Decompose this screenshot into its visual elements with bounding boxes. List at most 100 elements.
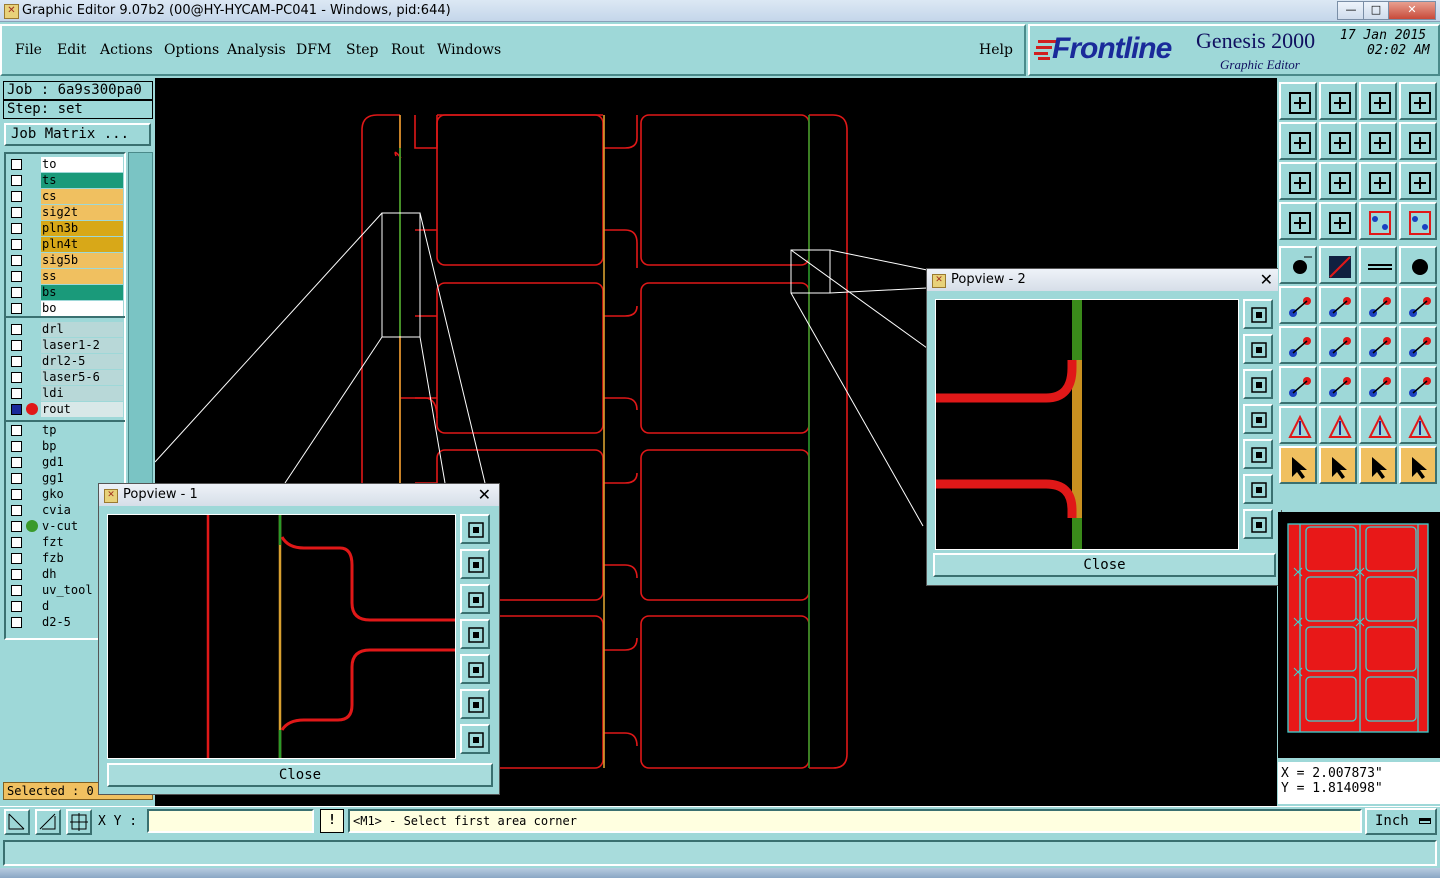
menu-edit[interactable]: Edit [57,42,86,58]
popview-1-view-button-4[interactable] [460,619,490,649]
layer-name[interactable]: ts [41,173,123,188]
layer-checkbox[interactable] [11,425,22,436]
layer-checkbox[interactable] [11,255,22,266]
color-icon[interactable] [1319,246,1357,284]
triangle3-icon[interactable] [1359,406,1397,444]
command-line[interactable] [3,840,1437,866]
layer-checkbox[interactable] [11,324,22,335]
popview-1-canvas[interactable] [107,514,456,759]
overview-map[interactable] [1278,512,1440,758]
layer-checkbox[interactable] [11,191,22,202]
layer-row-sig2t[interactable]: sig2t [8,205,124,220]
layer-name[interactable]: ss [41,269,123,284]
layer-name[interactable]: gd1 [41,455,123,470]
line-icon[interactable] [1359,286,1397,324]
flip-icon[interactable] [1359,122,1397,160]
menu-actions[interactable]: Actions [100,42,153,58]
layer-checkbox[interactable] [11,303,22,314]
layer-row-rout[interactable]: rout [8,402,124,417]
popview-2-view-button-1[interactable] [1243,299,1273,329]
popview-1-view-button-3[interactable] [460,584,490,614]
menu-file[interactable]: File [15,42,42,58]
layer-name[interactable]: rout [41,402,123,417]
layer-row-pln3b[interactable]: pln3b [8,221,124,236]
popview-1-view-button-6[interactable] [460,689,490,719]
layer-checkbox[interactable] [11,340,22,351]
layer-checkbox[interactable] [11,441,22,452]
layer-name[interactable]: bp [41,439,123,454]
minimize-button[interactable]: — [1337,1,1365,20]
popview-2-view-button-6[interactable] [1243,474,1273,504]
menu-analysis[interactable]: Analysis [227,42,286,58]
layer-name[interactable]: cs [41,189,123,204]
layer-checkbox[interactable] [11,207,22,218]
pad-icon[interactable] [1399,246,1437,284]
layer-row-tp[interactable]: tp [8,423,124,438]
layer-checkbox[interactable] [11,569,22,580]
layer-name[interactable]: laser1-2 [41,338,123,353]
popview-2-view-button-3[interactable] [1243,369,1273,399]
line-add-icon[interactable] [1399,286,1437,324]
measure-mode-icon[interactable] [35,809,61,835]
layer-row-drl2-5[interactable]: drl2-5 [8,354,124,369]
layer-row-ts[interactable]: ts [8,173,124,188]
layer-checkbox[interactable] [11,287,22,298]
popview-2-view-button-5[interactable] [1243,439,1273,469]
text-icon[interactable] [1399,326,1437,364]
zoom-center-icon[interactable] [1319,162,1357,200]
connect-icon[interactable] [1279,286,1317,324]
xy-input[interactable] [147,809,314,833]
layer-row-bp[interactable]: bp [8,439,124,454]
slope-icon[interactable] [1279,326,1317,364]
layer-checkbox[interactable] [11,175,22,186]
triangle4-icon[interactable] [1399,406,1437,444]
rotate-icon[interactable] [1359,326,1397,364]
popview-1-view-button-5[interactable] [460,654,490,684]
layer-name[interactable]: bo [41,301,123,316]
layer-checkbox[interactable] [11,617,22,628]
layers-snap2-icon[interactable] [1399,202,1437,240]
scale-1-2-icon[interactable] [1359,162,1397,200]
layer-row-laser1-2[interactable]: laser1-2 [8,338,124,353]
layer-row-laser5-6[interactable]: laser5-6 [8,370,124,385]
cross-icon[interactable] [1319,286,1357,324]
zoom-home-icon[interactable] [1279,82,1317,120]
popview-2-view-button-2[interactable] [1243,334,1273,364]
select-feature-icon[interactable] [1279,246,1317,284]
layer-checkbox[interactable] [11,271,22,282]
close-window-button[interactable]: ✕ [1388,1,1436,20]
grid-icon[interactable] [1319,202,1357,240]
layer-checkbox[interactable] [11,372,22,383]
layer-checkbox[interactable] [11,457,22,468]
menu-dfm[interactable]: DFM [296,42,331,58]
layer-name[interactable]: drl [41,322,123,337]
layer-checkbox[interactable] [11,404,22,415]
job-matrix-button[interactable]: Job Matrix ... [4,123,151,146]
layer-name[interactable]: sig5b [41,253,123,268]
shape-icon[interactable] [1399,366,1437,404]
fit-icon[interactable] [1279,162,1317,200]
pan-right-icon[interactable] [1319,122,1357,160]
layer-checkbox[interactable] [11,601,22,612]
menu-rout[interactable]: Rout [391,42,425,58]
layer-checkbox[interactable] [11,473,22,484]
menu-options[interactable]: Options [164,42,219,58]
popview-1-view-button-7[interactable] [460,724,490,754]
snap-icon[interactable] [4,809,30,835]
menu-help[interactable]: Help [979,42,1013,58]
popview-1-close-icon[interactable]: ✕ [478,485,491,504]
layer-checkbox[interactable] [11,585,22,596]
triangle-icon[interactable] [1279,406,1317,444]
diag-icon[interactable] [1319,326,1357,364]
swap-icon[interactable] [1399,122,1437,160]
popview-2-canvas[interactable] [935,299,1239,550]
home-icon[interactable] [1359,82,1397,120]
layer-checkbox[interactable] [11,505,22,516]
layer-name[interactable]: pln4t [41,237,123,252]
node-icon[interactable] [1279,366,1317,404]
pointer2-icon[interactable] [1319,446,1357,484]
menu-step[interactable]: Step [346,42,378,58]
layer-name[interactable]: laser5-6 [41,370,123,385]
triangle2-icon[interactable] [1319,406,1357,444]
units-select[interactable]: Inch [1365,808,1437,835]
